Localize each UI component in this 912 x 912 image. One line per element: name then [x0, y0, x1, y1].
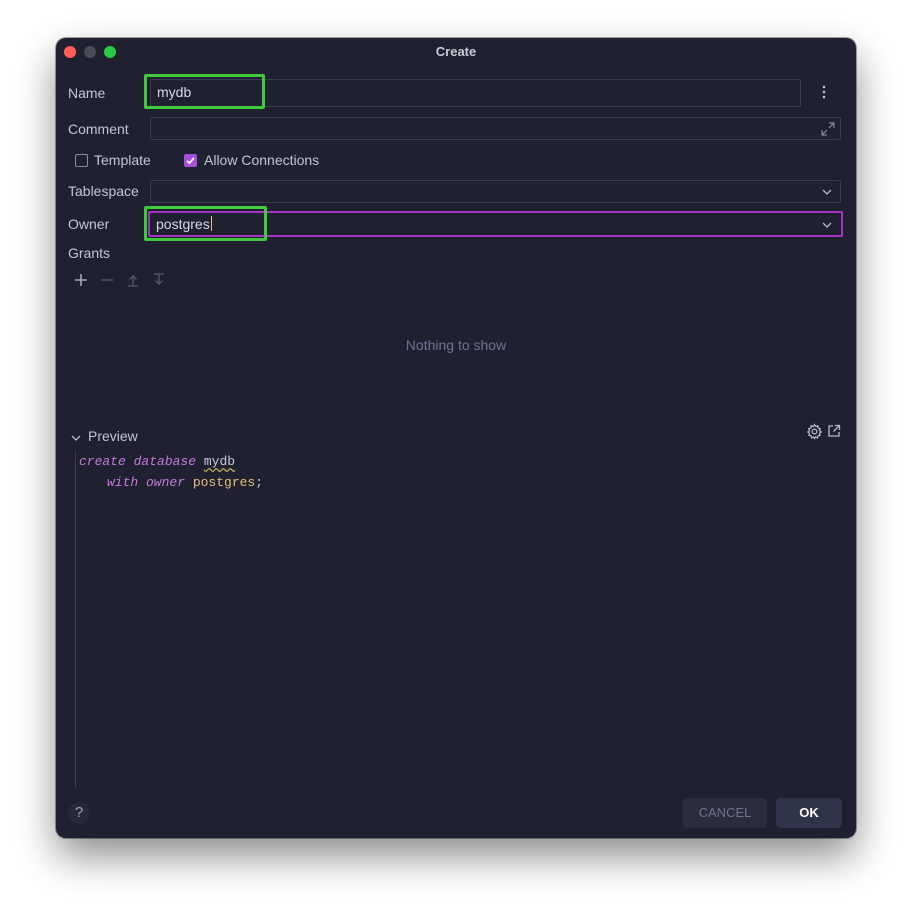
cancel-button[interactable]: CANCEL — [683, 798, 767, 828]
more-vertical-icon[interactable] — [816, 84, 832, 105]
create-database-dialog: Create Name mydb Comment Template Allow … — [56, 38, 856, 838]
preview-gutter-line — [75, 451, 76, 788]
preview-code-line-1: create database mydb — [79, 454, 235, 469]
ok-button[interactable]: OK — [776, 798, 842, 828]
tablespace-select[interactable] — [150, 180, 841, 203]
name-label: Name — [68, 85, 106, 101]
move-up-icon[interactable] — [126, 273, 140, 292]
template-label: Template — [94, 152, 151, 168]
move-down-icon[interactable] — [152, 273, 166, 292]
template-checkbox[interactable] — [75, 154, 88, 167]
code-keyword: create database — [79, 454, 197, 469]
allow-connections-checkbox[interactable] — [184, 154, 197, 167]
help-button[interactable]: ? — [68, 802, 90, 824]
allow-connections-label: Allow Connections — [204, 152, 320, 168]
owner-chevron-down-icon[interactable] — [821, 218, 833, 236]
owner-highlight — [144, 206, 267, 241]
preview-label: Preview — [88, 428, 138, 444]
gear-icon[interactable] — [806, 423, 823, 445]
code-semicolon: ; — [255, 475, 264, 490]
grants-empty-text: Nothing to show — [405, 337, 507, 353]
grants-label: Grants — [68, 245, 111, 261]
code-owner-name: postgres — [192, 475, 256, 490]
code-database-name: mydb — [203, 454, 236, 469]
comment-label: Comment — [68, 121, 129, 137]
owner-label: Owner — [68, 216, 110, 232]
comment-input[interactable] — [150, 117, 841, 140]
plus-icon[interactable] — [74, 273, 88, 292]
expand-icon[interactable] — [820, 121, 836, 142]
name-highlight — [144, 74, 265, 109]
dialog-title: Create — [435, 44, 477, 59]
open-external-icon[interactable] — [827, 424, 841, 443]
preview-code-line-2: with owner postgres; — [107, 475, 263, 490]
checkmark-icon — [186, 157, 195, 165]
code-keyword: with owner — [107, 475, 186, 490]
title-bar: Create — [56, 38, 856, 66]
tablespace-label: Tablespace — [68, 183, 139, 199]
tablespace-chevron-down-icon[interactable] — [821, 185, 833, 203]
preview-chevron-down-icon[interactable] — [70, 431, 82, 449]
minus-icon[interactable] — [100, 273, 114, 292]
